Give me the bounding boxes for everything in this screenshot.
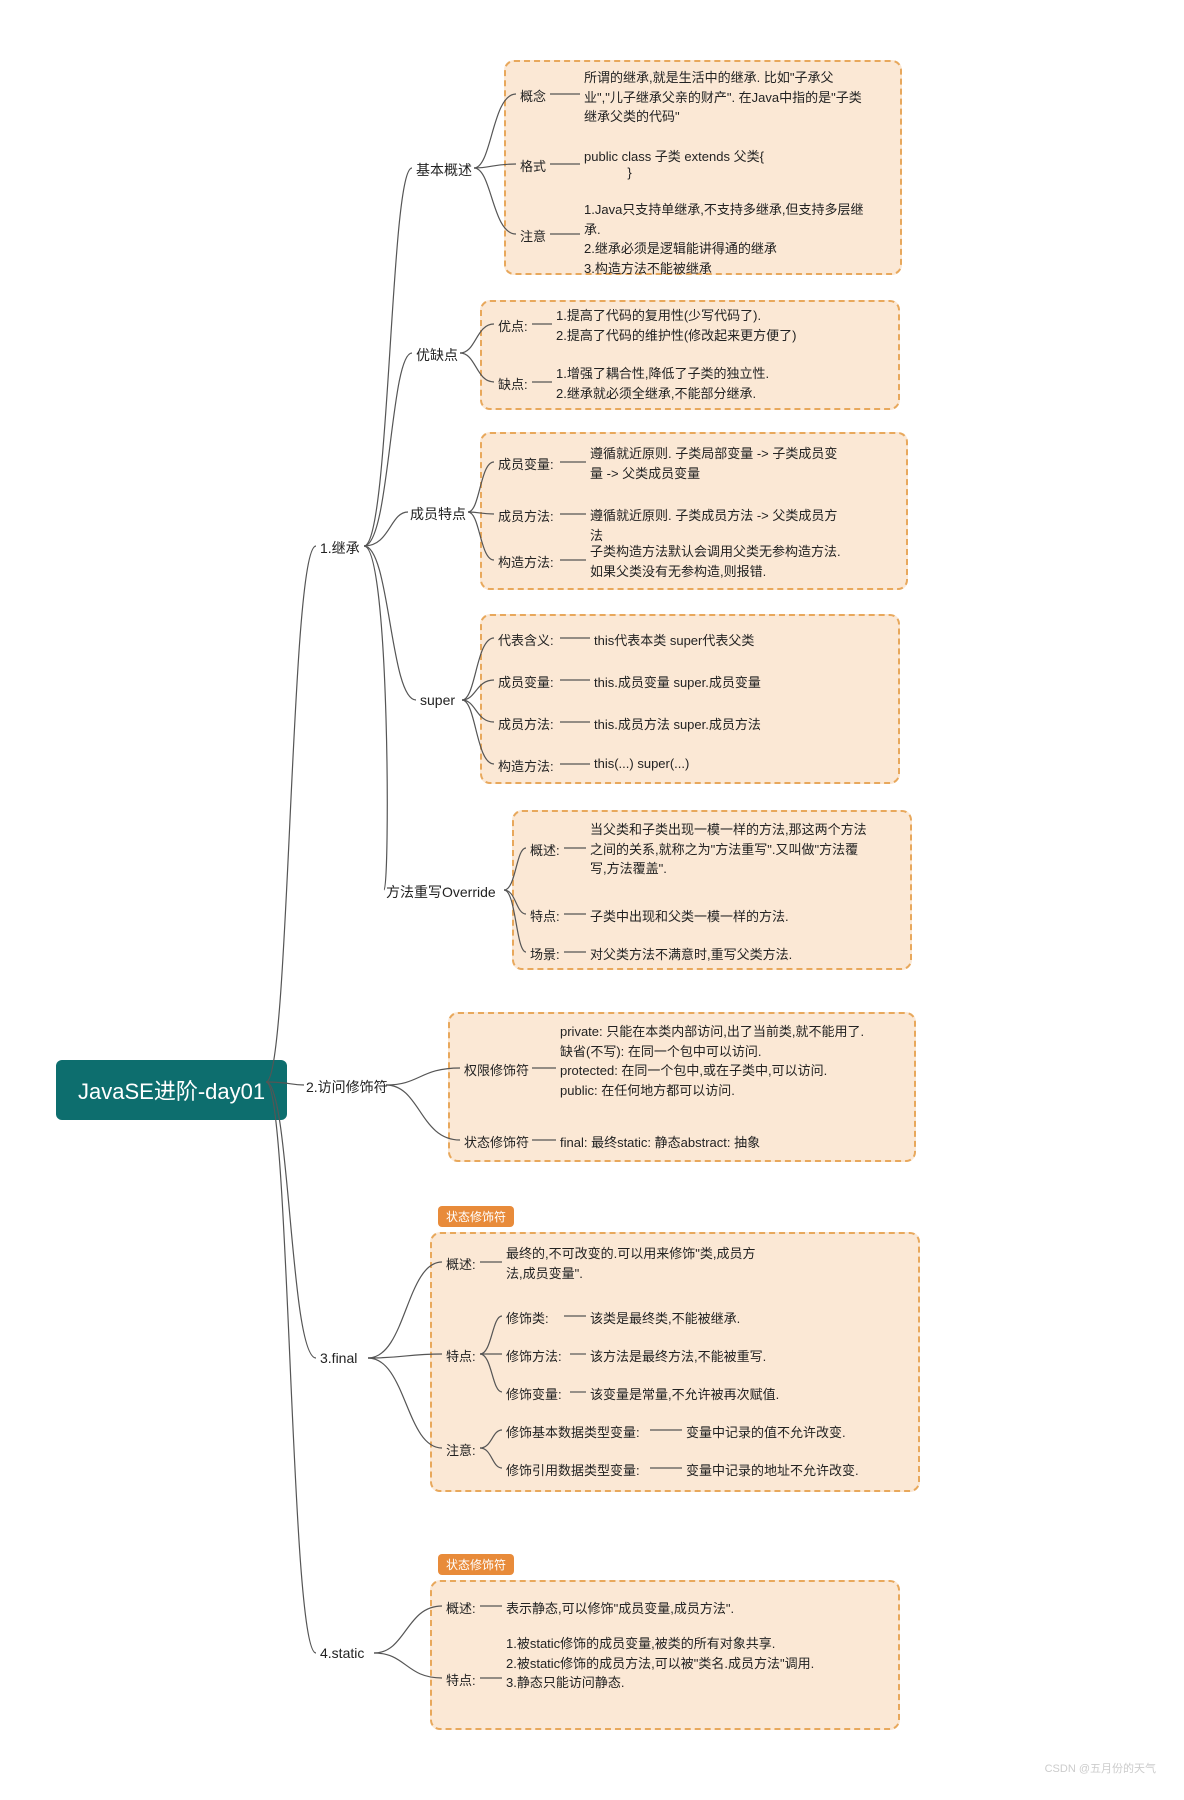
node-con-l: 缺点: [498,374,528,393]
node-fc-l: 注意: [446,1440,476,1459]
tag-static: 状态修饰符 [438,1554,514,1575]
node-mvar-l: 成员变量: [498,454,554,473]
node-ob-l: 特点: [530,906,560,925]
node-fb3: 该变量是常量,不允许被再次赋值. [590,1384,779,1403]
node-sb-l: 成员变量: [498,672,554,691]
tag-final: 状态修饰符 [438,1206,514,1227]
node-mctor: 子类构造方法默认会调用父类无参构造方法.如果父类没有无参构造,则报错. [590,542,850,581]
node-fa-l: 概述: [446,1254,476,1273]
node-fb1: 该类是最终类,不能被继承. [590,1308,740,1327]
node-con: 1.增强了耦合性,降低了子类的独立性. 2.继承就必须全继承,不能部分继承. [556,364,836,403]
node-inherit: 1.继承 [320,538,360,558]
node-state: final: 最终static: 静态abstract: 抽象 [560,1132,760,1151]
node-basic-format: public class 子类 extends 父类{ } [584,146,764,180]
root-node: JavaSE进阶-day01 [56,1060,287,1120]
node-member: 成员特点 [410,504,466,524]
node-mvar: 遵循就近原则. 子类局部变量 -> 子类成员变量 -> 父类成员变量 [590,444,850,483]
node-fb2: 该方法是最终方法,不能被重写. [590,1346,766,1365]
node-sc-l: 成员方法: [498,714,554,733]
node-perm: private: 只能在本类内部访问,出了当前类,就不能用了. 缺省(不写): … [560,1022,890,1100]
node-proscons: 优缺点 [416,345,458,365]
node-fc1: 变量中记录的值不允许改变. [686,1422,846,1441]
mindmap-canvas: JavaSE进阶-day01 1.继承 2.访问修饰符 3.final 4.st… [20,20,1164,1780]
watermark: CSDN @五月份的天气 [1045,1760,1156,1776]
node-static: 4.static [320,1645,364,1661]
node-fb1-l: 修饰类: [506,1308,549,1327]
node-fb2-l: 修饰方法: [506,1346,562,1365]
node-sa-l: 代表含义: [498,630,554,649]
node-stb: 1.被static修饰的成员变量,被类的所有对象共享. 2.被static修饰的… [506,1634,846,1693]
node-sta: 表示静态,可以修饰"成员变量,成员方法". [506,1598,734,1617]
node-sd: this(...) super(...) [594,756,689,771]
node-override: 方法重写Override [386,882,496,902]
node-mctor-l: 构造方法: [498,552,554,571]
node-basic-note: 1.Java只支持单继承,不支持多继承,但支持多层继承. 2.继承必须是逻辑能讲… [584,200,864,278]
node-fc2-l: 修饰引用数据类型变量: [506,1460,640,1479]
node-access: 2.访问修饰符 [306,1077,388,1097]
node-oc-l: 场景: [530,944,560,963]
node-sb: this.成员变量 super.成员变量 [594,672,761,691]
node-oc: 对父类方法不满意时,重写父类方法. [590,944,792,963]
node-sc: this.成员方法 super.成员方法 [594,714,761,733]
node-ob: 子类中出现和父类一模一样的方法. [590,906,789,925]
node-fb-l: 特点: [446,1346,476,1365]
node-sta-l: 概述: [446,1598,476,1617]
node-pro: 1.提高了代码的复用性(少写代码了). 2.提高了代码的维护性(修改起来更方便了… [556,306,836,345]
node-perm-l: 权限修饰符 [464,1060,529,1079]
node-sd-l: 构造方法: [498,756,554,775]
node-stb-l: 特点: [446,1670,476,1689]
node-fc1-l: 修饰基本数据类型变量: [506,1422,640,1441]
node-fc2: 变量中记录的地址不允许改变. [686,1460,859,1479]
node-pro-l: 优点: [498,316,528,335]
node-final: 3.final [320,1350,357,1366]
node-oa-l: 概述: [530,840,560,859]
node-fa: 最终的,不可改变的.可以用来修饰"类,成员方法,成员变量". [506,1244,766,1283]
node-oa: 当父类和子类出现一模一样的方法,那这两个方法之间的关系,就称之为"方法重写".又… [590,820,870,879]
node-mmeth: 遵循就近原则. 子类成员方法 -> 父类成员方法 [590,506,850,545]
node-sa: this代表本类 super代表父类 [594,630,754,649]
node-basic-note-l: 注意 [520,226,546,245]
node-basic-format-l: 格式 [520,156,546,175]
node-fb3-l: 修饰变量: [506,1384,562,1403]
node-mmeth-l: 成员方法: [498,506,554,525]
node-basic-concept-l: 概念 [520,86,546,105]
node-super: super [420,692,455,708]
node-basic: 基本概述 [416,160,472,180]
node-basic-concept: 所谓的继承,就是生活中的继承. 比如"子承父业","儿子继承父亲的财产". 在J… [584,68,864,127]
node-state-l: 状态修饰符 [464,1132,529,1151]
